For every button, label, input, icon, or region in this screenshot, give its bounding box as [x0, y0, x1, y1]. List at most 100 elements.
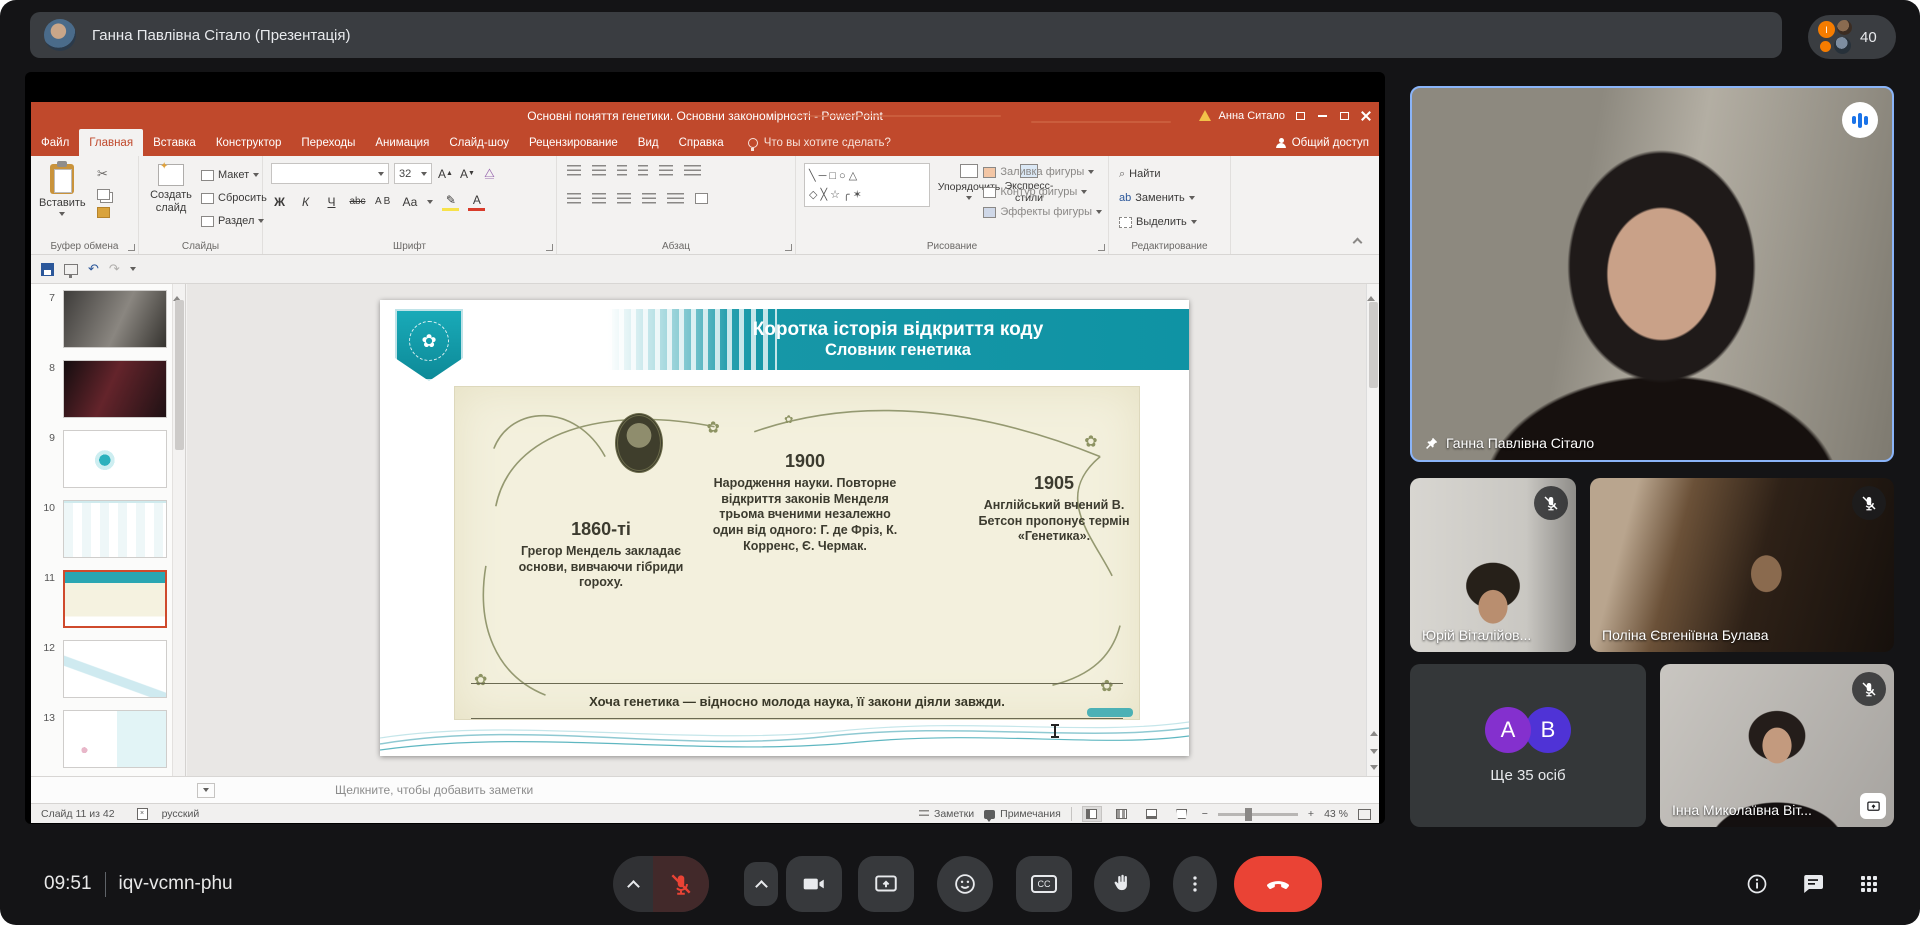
italic-button[interactable]: К — [297, 192, 314, 211]
shapes-gallery[interactable]: ╲─□○△◇╳☆╭✶ — [804, 163, 930, 207]
chat-button[interactable] — [1801, 856, 1825, 912]
camera-options-chevron[interactable] — [744, 862, 778, 906]
font-color-button[interactable]: А — [468, 192, 485, 211]
line-spacing-icon[interactable] — [659, 165, 673, 176]
activities-button[interactable] — [1857, 856, 1881, 912]
drawing-dialog-launcher[interactable] — [1098, 244, 1105, 251]
zoom-level[interactable]: 43 % — [1324, 808, 1348, 820]
tab-view[interactable]: Вид — [628, 129, 669, 156]
font-name-select[interactable] — [271, 163, 389, 184]
tab-slideshow[interactable]: Слайд-шоу — [439, 129, 519, 156]
increase-indent-icon[interactable] — [638, 165, 648, 176]
slideshow-from-start-icon[interactable] — [64, 264, 78, 275]
undo-icon[interactable]: ↶ — [88, 261, 99, 277]
more-participants-tile[interactable]: A B Ще 35 осіб — [1410, 664, 1646, 827]
strikethrough-button[interactable]: abc — [349, 192, 366, 211]
slideshow-view-button[interactable] — [1172, 806, 1192, 822]
slide-9-thumbnail[interactable] — [63, 430, 167, 488]
zoom-slider[interactable] — [1218, 813, 1298, 816]
collapse-ribbon-chevron[interactable] — [1353, 238, 1363, 248]
bold-button[interactable]: Ж — [271, 192, 288, 211]
align-center-icon[interactable] — [592, 193, 606, 204]
save-icon[interactable] — [41, 263, 54, 276]
slide-thumbnail-row[interactable]: 11 — [31, 568, 185, 634]
section-button[interactable]: Раздел — [201, 211, 267, 231]
shape-effects-button[interactable]: Эффекты фигуры — [983, 204, 1102, 220]
tell-me-search[interactable]: Что вы хотите сделать? — [748, 129, 891, 156]
layout-button[interactable]: Макет — [201, 165, 267, 185]
scroll-down-arrow[interactable] — [1370, 765, 1378, 770]
tab-insert[interactable]: Вставка — [143, 129, 206, 156]
captions-button[interactable]: CC — [1016, 856, 1072, 912]
clipboard-dialog-launcher[interactable] — [128, 244, 135, 251]
slide-11-thumbnail-selected[interactable] — [63, 570, 167, 628]
zoom-slider-thumb[interactable] — [1245, 808, 1252, 821]
tab-animations[interactable]: Анимация — [365, 129, 439, 156]
spellcheck-icon[interactable]: × — [137, 808, 148, 820]
notes-collapse-button[interactable] — [197, 783, 215, 798]
previous-slide-button[interactable] — [1370, 731, 1378, 736]
language-indicator[interactable]: русский — [162, 808, 200, 820]
copy-icon[interactable] — [97, 189, 110, 200]
maximize-button[interactable] — [1337, 110, 1351, 122]
zoom-in-button[interactable]: + — [1308, 808, 1314, 820]
meeting-details-button[interactable] — [1745, 856, 1769, 912]
zoom-out-button[interactable]: − — [1202, 808, 1208, 820]
participants-pill[interactable]: І 40 — [1808, 15, 1896, 59]
decrease-indent-icon[interactable] — [617, 165, 627, 176]
font-size-select[interactable]: 32 — [394, 163, 432, 184]
slide-thumbnail-row[interactable]: 8 — [31, 358, 185, 424]
video-tile-inna[interactable]: Інна Миколаївна Віт... — [1660, 664, 1894, 827]
ribbon-options-button[interactable] — [1293, 110, 1307, 122]
scroll-up-arrow[interactable] — [1367, 284, 1375, 301]
slide-thumbnail-row[interactable]: 10 — [31, 498, 185, 564]
numbering-icon[interactable] — [592, 165, 606, 176]
underline-button[interactable]: Ч — [323, 192, 340, 211]
slide-13-thumbnail[interactable] — [63, 710, 167, 768]
tab-design[interactable]: Конструктор — [206, 129, 292, 156]
reset-button[interactable]: Сбросить — [201, 188, 267, 208]
video-tile-main-speaker[interactable]: Ганна Павлівна Сітало — [1410, 86, 1894, 462]
justify-icon[interactable] — [642, 193, 656, 204]
tab-help[interactable]: Справка — [669, 129, 734, 156]
columns-icon[interactable] — [667, 193, 684, 204]
slide-editing-area[interactable]: ✿ Коротка історія відкриття коду Словник… — [187, 284, 1366, 776]
tab-home[interactable]: Главная — [79, 129, 143, 156]
scroll-up-arrow[interactable] — [173, 284, 181, 301]
text-direction-icon[interactable] — [684, 165, 701, 176]
grow-font-button[interactable]: А▲ — [437, 164, 454, 183]
minimize-button[interactable] — [1315, 110, 1329, 122]
close-button[interactable] — [1359, 110, 1373, 122]
comments-toggle[interactable]: Примечания — [984, 808, 1061, 820]
mic-muted-button[interactable] — [653, 856, 709, 912]
paragraph-dialog-launcher[interactable] — [785, 244, 792, 251]
notes-toggle[interactable]: Заметки — [919, 808, 974, 820]
slide-area-scrollbar[interactable] — [1366, 284, 1379, 776]
highlight-button[interactable]: ✎ — [442, 192, 459, 211]
slide-thumbnail-row[interactable]: 7 — [31, 288, 185, 354]
mic-options-chevron[interactable] — [613, 856, 653, 912]
clear-formatting-icon[interactable]: ⧋ — [481, 164, 498, 183]
new-slide-button[interactable]: Создать слайд — [145, 164, 197, 214]
fit-to-window-button[interactable] — [1358, 809, 1371, 820]
replace-button[interactable]: abЗаменить — [1119, 188, 1197, 208]
change-case-button[interactable]: Аа — [401, 192, 418, 211]
align-right-icon[interactable] — [617, 193, 631, 204]
tab-transitions[interactable]: Переходы — [291, 129, 365, 156]
next-slide-button[interactable] — [1370, 749, 1378, 754]
normal-view-button[interactable] — [1082, 806, 1102, 822]
current-slide[interactable]: ✿ Коротка історія відкриття коду Словник… — [380, 300, 1189, 756]
more-options-button[interactable] — [1173, 856, 1217, 912]
mic-button-group[interactable] — [613, 856, 709, 912]
slide-7-thumbnail[interactable] — [63, 290, 167, 348]
raise-hand-button[interactable] — [1094, 856, 1150, 912]
select-button[interactable]: Выделить — [1119, 212, 1197, 232]
scrollbar-thumb[interactable] — [175, 300, 184, 450]
reading-view-button[interactable] — [1142, 806, 1162, 822]
cut-icon[interactable]: ✂ — [97, 166, 110, 182]
slide-thumbnail-row[interactable]: 12 — [31, 638, 185, 704]
shape-fill-button[interactable]: Заливка фигуры — [983, 164, 1102, 180]
slide-10-thumbnail[interactable] — [63, 500, 167, 558]
font-dialog-launcher[interactable] — [546, 244, 553, 251]
smartart-icon[interactable] — [695, 193, 708, 204]
